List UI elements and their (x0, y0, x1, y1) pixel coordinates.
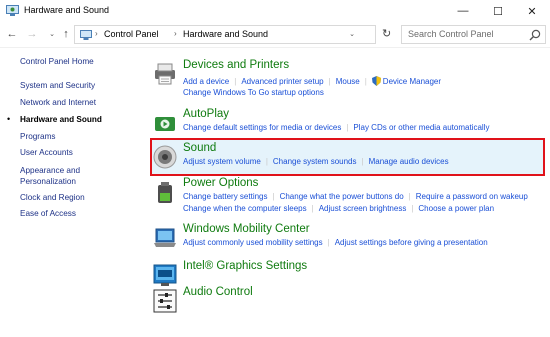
sidebar-item-clock-and-region[interactable]: Clock and Region (20, 193, 85, 202)
category-list: Devices and Printers Add a device | Advanc… (146, 48, 550, 337)
up-arrow-icon[interactable]: ↑ (58, 26, 74, 42)
audio-control-icon (153, 289, 177, 313)
breadcrumb-separator-icon[interactable]: › (95, 29, 98, 38)
current-location-bullet: • (7, 114, 11, 124)
add-a-device-link[interactable]: Add a device (183, 77, 229, 86)
printer-icon (155, 63, 175, 85)
power-icon (158, 182, 172, 203)
intel-graphics-settings-link[interactable]: Intel® Graphics Settings (183, 260, 307, 272)
sidebar-item-appearance-and-personalization-line2[interactable]: Personalization (20, 177, 76, 186)
change-when-computer-sleeps-link[interactable]: Change when the computer sleeps (183, 204, 307, 213)
sidebar-item-ease-of-access[interactable]: Ease of Access (20, 209, 76, 218)
back-arrow-icon[interactable]: ← (4, 26, 20, 42)
maximize-button[interactable]: ☐ (481, 0, 515, 22)
laptop-icon (154, 228, 176, 247)
title-bar: Hardware and Sound — ☐ ✕ (0, 0, 550, 22)
sidebar-item-hardware-and-sound: Hardware and Sound (20, 115, 102, 124)
address-bar[interactable]: › Control Panel › Hardware and Sound ⌄ (74, 25, 376, 44)
play-cds-automatically-link[interactable]: Play CDs or other media automatically (353, 123, 489, 132)
sidebar-item-network-and-internet[interactable]: Network and Internet (20, 98, 96, 107)
control-panel-icon (80, 30, 92, 40)
adjust-mobility-settings-link[interactable]: Adjust commonly used mobility settings (183, 238, 323, 247)
breadcrumb-hardware-and-sound[interactable]: Hardware and Sound (183, 29, 268, 39)
close-button[interactable]: ✕ (515, 0, 549, 22)
intel-graphics-icon (153, 264, 177, 286)
sidebar-item-appearance-and-personalization[interactable]: Appearance and (20, 166, 80, 175)
sound-link[interactable]: Sound (183, 142, 216, 154)
mouse-link[interactable]: Mouse (336, 77, 360, 86)
change-battery-settings-link[interactable]: Change battery settings (183, 192, 268, 201)
device-manager-link[interactable]: Device Manager (383, 77, 441, 86)
audio-control-link[interactable]: Audio Control (183, 286, 253, 298)
manage-audio-devices-link[interactable]: Manage audio devices (369, 157, 449, 166)
sidebar-item-control-panel-home[interactable]: Control Panel Home (20, 57, 94, 66)
devices-and-printers-link[interactable]: Devices and Printers (183, 59, 289, 71)
power-options-link[interactable]: Power Options (183, 177, 258, 189)
adjust-screen-brightness-link[interactable]: Adjust screen brightness (319, 204, 407, 213)
control-panel-icon (6, 5, 19, 16)
search-icon[interactable] (529, 29, 541, 41)
change-what-power-buttons-do-link[interactable]: Change what the power buttons do (280, 192, 404, 201)
search-placeholder: Search Control Panel (408, 29, 494, 39)
autoplay-link[interactable]: AutoPlay (183, 108, 229, 120)
window-title: Hardware and Sound (24, 5, 110, 15)
search-input[interactable]: Search Control Panel (401, 25, 546, 44)
windows-mobility-center-link[interactable]: Windows Mobility Center (183, 223, 310, 235)
uac-shield-icon (371, 76, 381, 86)
speaker-icon (153, 145, 177, 169)
left-navigation-pane: Control Panel Home System and Security N… (0, 48, 140, 337)
minimize-button[interactable]: — (446, 0, 480, 22)
sidebar-item-system-and-security[interactable]: System and Security (20, 81, 95, 90)
require-password-on-wakeup-link[interactable]: Require a password on wakeup (416, 192, 528, 201)
sidebar-item-programs[interactable]: Programs (20, 132, 56, 141)
breadcrumb-control-panel[interactable]: Control Panel (104, 29, 159, 39)
adjust-presentation-settings-link[interactable]: Adjust settings before giving a presenta… (335, 238, 488, 247)
sidebar-item-user-accounts[interactable]: User Accounts (20, 148, 73, 157)
address-dropdown-icon[interactable]: ⌄ (349, 30, 355, 38)
change-windows-to-go-startup-options-link[interactable]: Change Windows To Go startup options (183, 88, 324, 97)
autoplay-icon (155, 117, 175, 131)
adjust-system-volume-link[interactable]: Adjust system volume (183, 157, 261, 166)
address-row: ← → ⌄ ↑ › Control Panel › Hardware and S… (0, 22, 550, 48)
breadcrumb-separator-icon[interactable]: › (174, 29, 177, 38)
choose-a-power-plan-link[interactable]: Choose a power plan (418, 204, 494, 213)
refresh-icon[interactable]: ↻ (382, 27, 391, 40)
advanced-printer-setup-link[interactable]: Advanced printer setup (241, 77, 323, 86)
change-system-sounds-link[interactable]: Change system sounds (273, 157, 357, 166)
change-default-settings-for-media-link[interactable]: Change default settings for media or dev… (183, 123, 341, 132)
forward-arrow-icon[interactable]: → (24, 26, 40, 42)
